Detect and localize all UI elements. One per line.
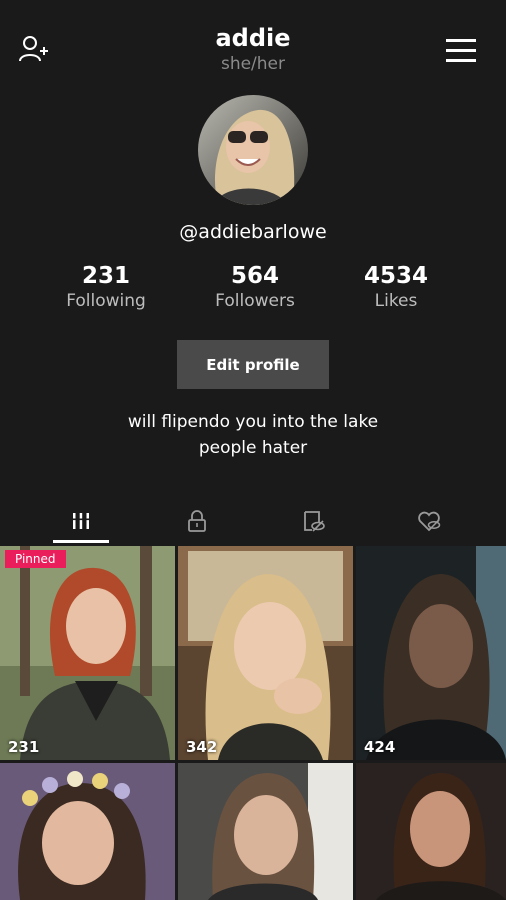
tab-liked[interactable] xyxy=(401,498,457,544)
bio-line-2: people hater xyxy=(198,438,308,458)
stat-followers-label: Followers xyxy=(215,291,295,311)
video-grid: Pinned 231 342 424 xyxy=(0,546,506,900)
video-thumbnail-2[interactable]: 342 xyxy=(178,546,353,760)
profile-tabs xyxy=(0,498,506,544)
video-thumbnail-1[interactable]: Pinned 231 xyxy=(0,546,175,760)
private-lock-icon xyxy=(188,510,206,532)
active-tab-indicator xyxy=(53,540,109,543)
tab-hidden[interactable] xyxy=(285,498,341,544)
video-views: 342 xyxy=(186,738,218,756)
username-title: addie xyxy=(215,24,291,52)
video-thumbnail-6[interactable] xyxy=(356,763,506,900)
video-views: 231 xyxy=(8,738,40,756)
stat-likes[interactable]: 4534 Likes xyxy=(326,262,466,312)
hamburger-menu-icon[interactable] xyxy=(444,38,478,64)
edit-profile-button[interactable]: Edit profile xyxy=(177,340,329,389)
stat-likes-value: 4534 xyxy=(363,263,428,289)
video-thumbnail-3[interactable]: 424 xyxy=(356,546,506,760)
avatar[interactable] xyxy=(198,95,308,205)
profile-header: addie she/her xyxy=(0,0,506,90)
bio-line-1: will flipendo you into the lake xyxy=(127,412,379,432)
tab-videos[interactable] xyxy=(53,498,109,544)
profile-handle: @addiebarlowe xyxy=(179,221,327,243)
liked-heart-icon xyxy=(418,511,441,532)
stat-following-value: 231 xyxy=(81,263,130,289)
stat-likes-label: Likes xyxy=(374,291,418,311)
tab-private[interactable] xyxy=(169,498,225,544)
stat-following[interactable]: 231 Following xyxy=(36,262,176,312)
videos-grid-icon xyxy=(71,513,91,529)
pronouns-label: she/her xyxy=(220,54,286,74)
stat-followers-value: 564 xyxy=(230,263,279,289)
stat-following-label: Following xyxy=(66,291,146,311)
stat-followers[interactable]: 564 Followers xyxy=(185,262,325,312)
hidden-eye-icon xyxy=(304,511,325,532)
video-thumbnail-4[interactable] xyxy=(0,763,175,900)
video-thumbnail-5[interactable] xyxy=(178,763,353,900)
pinned-badge: Pinned xyxy=(5,550,66,568)
video-views: 424 xyxy=(364,738,396,756)
